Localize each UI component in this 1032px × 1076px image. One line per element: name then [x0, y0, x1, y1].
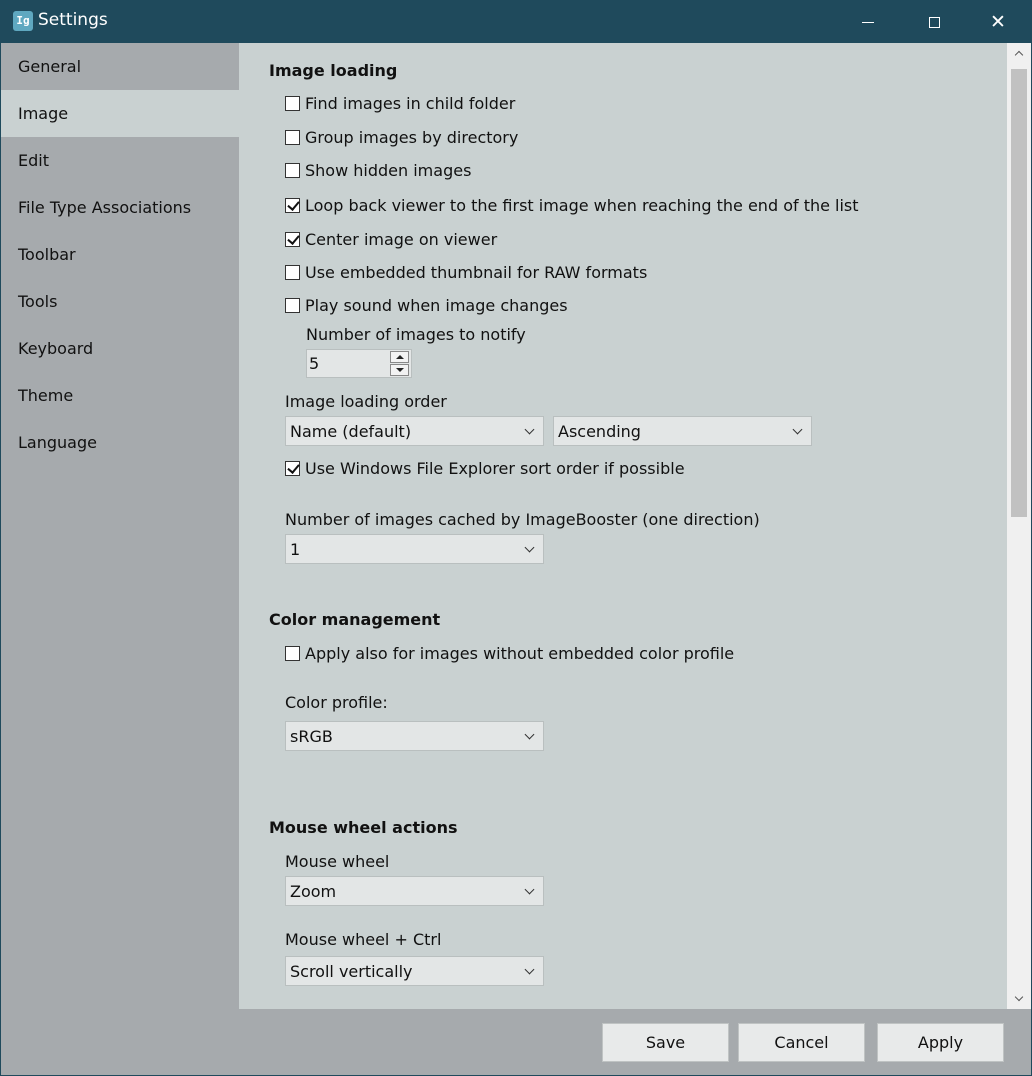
- play-sound-option[interactable]: Play sound when image changes: [285, 296, 568, 315]
- minimize-button[interactable]: [835, 1, 901, 43]
- loading-order-value: Name (default): [290, 421, 412, 441]
- loading-order-select[interactable]: Name (default): [285, 416, 544, 446]
- color-profile-value: sRGB: [290, 726, 333, 746]
- cache-count-label: Number of images cached by ImageBooster …: [285, 510, 760, 529]
- sidebar-item-language[interactable]: Language: [1, 419, 239, 466]
- chevron-up-icon: [1014, 50, 1024, 60]
- arrow-up-icon: [395, 355, 404, 359]
- loop-back-option[interactable]: Loop back viewer to the first image when…: [285, 196, 859, 215]
- apply-all-profiles-checkbox[interactable]: [285, 646, 300, 661]
- sidebar-item-image[interactable]: Image: [1, 90, 239, 137]
- color-management-heading: Color management: [269, 610, 441, 629]
- show-hidden-option[interactable]: Show hidden images: [285, 161, 471, 180]
- apply-all-profiles-label: Apply also for images without embedded c…: [305, 644, 735, 663]
- chevron-down-icon: [1014, 992, 1024, 1002]
- group-by-directory-checkbox[interactable]: [285, 130, 300, 145]
- mouse-wheel-ctrl-label: Mouse wheel + Ctrl: [285, 930, 442, 949]
- notify-count-label: Number of images to notify: [306, 325, 526, 344]
- sidebar-item-keyboard[interactable]: Keyboard: [1, 325, 239, 372]
- find-child-folder-label: Find images in child folder: [305, 94, 516, 113]
- cancel-button[interactable]: Cancel: [738, 1023, 865, 1062]
- sort-direction-select[interactable]: Ascending: [553, 416, 812, 446]
- mouse-wheel-ctrl-value: Scroll vertically: [290, 961, 413, 981]
- sidebar-item-theme[interactable]: Theme: [1, 372, 239, 419]
- footer-bar: Save Cancel Apply: [1, 1009, 1031, 1075]
- center-image-label: Center image on viewer: [305, 230, 498, 249]
- maximize-button[interactable]: [901, 1, 967, 43]
- save-button[interactable]: Save: [602, 1023, 729, 1062]
- chevron-down-icon: [792, 424, 803, 435]
- scroll-down-button[interactable]: [1007, 989, 1031, 1009]
- window-title: Settings: [38, 10, 108, 30]
- close-button[interactable]: ✕: [965, 1, 1031, 43]
- mouse-wheel-value: Zoom: [290, 881, 337, 901]
- group-by-directory-option[interactable]: Group images by directory: [285, 128, 518, 147]
- embedded-thumbnail-option[interactable]: Use embedded thumbnail for RAW formats: [285, 263, 647, 282]
- play-sound-label: Play sound when image changes: [305, 296, 568, 315]
- center-image-checkbox[interactable]: [285, 232, 300, 247]
- color-profile-select[interactable]: sRGB: [285, 721, 544, 751]
- center-image-option[interactable]: Center image on viewer: [285, 230, 497, 249]
- show-hidden-checkbox[interactable]: [285, 163, 300, 178]
- sidebar: General Image Edit File Type Association…: [1, 43, 239, 1009]
- cache-count-value: 1: [290, 539, 301, 559]
- find-child-folder-option[interactable]: Find images in child folder: [285, 94, 515, 113]
- find-child-folder-checkbox[interactable]: [285, 96, 300, 111]
- explorer-sort-checkbox[interactable]: [285, 461, 300, 476]
- maximize-icon: [928, 16, 940, 28]
- chevron-down-icon: [524, 884, 535, 895]
- mouse-wheel-select[interactable]: Zoom: [285, 876, 544, 906]
- mouse-wheel-heading: Mouse wheel actions: [269, 818, 458, 837]
- show-hidden-label: Show hidden images: [305, 161, 472, 180]
- embedded-thumbnail-checkbox[interactable]: [285, 265, 300, 280]
- sidebar-item-file-type-associations[interactable]: File Type Associations: [1, 184, 239, 231]
- embedded-thumbnail-label: Use embedded thumbnail for RAW formats: [305, 263, 648, 282]
- explorer-sort-label: Use Windows File Explorer sort order if …: [305, 459, 685, 478]
- scroll-up-button[interactable]: [1007, 43, 1031, 63]
- chevron-down-icon: [524, 964, 535, 975]
- scrollbar-thumb[interactable]: [1011, 69, 1027, 517]
- cache-count-select[interactable]: 1: [285, 534, 544, 564]
- notify-count-stepper[interactable]: 5: [306, 349, 412, 378]
- minimize-icon: [862, 21, 874, 23]
- sidebar-item-general[interactable]: General: [1, 43, 239, 90]
- stepper-down-button[interactable]: [390, 364, 409, 376]
- mouse-wheel-label: Mouse wheel: [285, 852, 390, 871]
- group-by-directory-label: Group images by directory: [305, 128, 519, 147]
- close-icon: ✕: [990, 10, 1006, 33]
- chevron-down-icon: [524, 729, 535, 740]
- color-profile-label: Color profile:: [285, 693, 388, 712]
- notify-count-value[interactable]: 5: [309, 354, 319, 373]
- image-loading-heading: Image loading: [269, 61, 398, 80]
- arrow-down-icon: [395, 368, 404, 372]
- loop-back-label: Loop back viewer to the first image when…: [305, 196, 859, 215]
- loading-order-label: Image loading order: [285, 392, 447, 411]
- loop-back-checkbox[interactable]: [285, 198, 300, 213]
- sidebar-item-toolbar[interactable]: Toolbar: [1, 231, 239, 278]
- settings-content: Image loading Find images in child folde…: [239, 43, 1007, 1009]
- sidebar-item-tools[interactable]: Tools: [1, 278, 239, 325]
- title-bar[interactable]: Ig Settings ✕: [1, 1, 1031, 43]
- chevron-down-icon: [524, 542, 535, 553]
- mouse-wheel-ctrl-select[interactable]: Scroll vertically: [285, 956, 544, 986]
- vertical-scrollbar[interactable]: [1007, 43, 1031, 1009]
- settings-window: Ig Settings ✕ General Image Edit File Ty…: [0, 0, 1032, 1076]
- chevron-down-icon: [524, 424, 535, 435]
- sort-direction-value: Ascending: [558, 421, 641, 441]
- app-icon: Ig: [13, 11, 33, 31]
- sidebar-item-edit[interactable]: Edit: [1, 137, 239, 184]
- play-sound-checkbox[interactable]: [285, 298, 300, 313]
- stepper-buttons: [390, 351, 409, 377]
- stepper-up-button[interactable]: [390, 351, 409, 363]
- apply-button[interactable]: Apply: [877, 1023, 1004, 1062]
- apply-all-profiles-option[interactable]: Apply also for images without embedded c…: [285, 644, 734, 663]
- explorer-sort-option[interactable]: Use Windows File Explorer sort order if …: [285, 459, 685, 478]
